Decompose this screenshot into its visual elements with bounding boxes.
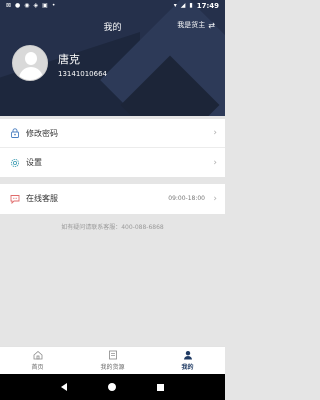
- user-name: 唐克: [58, 53, 80, 66]
- system-navigation-bar: [0, 374, 225, 400]
- back-icon[interactable]: [60, 383, 67, 391]
- wifi-icon: ▾: [173, 2, 177, 9]
- recents-icon[interactable]: [157, 383, 165, 391]
- tab-label: 我的: [181, 364, 194, 371]
- tab-home[interactable]: 首页: [0, 347, 75, 374]
- avatar-body: [19, 67, 43, 80]
- user-icon: [183, 351, 192, 360]
- lock-icon: [11, 128, 19, 138]
- account-menu: 修改密码 › 设置 ›: [0, 119, 225, 177]
- notification-icon: •: [51, 2, 56, 9]
- home-button-icon[interactable]: [107, 383, 116, 391]
- status-bar: ⊠ ● ◉ ◈ ▣ • ▾ ◢ ▮ 17:49: [0, 0, 225, 12]
- role-switch-button[interactable]: 我是货主 ⇄: [177, 20, 215, 30]
- menu-item-settings[interactable]: 设置 ›: [0, 148, 225, 177]
- notification-icon: ▣: [42, 2, 48, 9]
- status-time: 17:49: [196, 2, 219, 10]
- role-switch-label: 我是货主: [177, 21, 206, 29]
- bottom-tab-bar: 首页 我的货源 我的: [0, 346, 225, 374]
- service-hours: 09:00-18:00: [168, 195, 205, 202]
- list-icon: [108, 350, 117, 360]
- swap-icon: ⇄: [208, 20, 215, 30]
- menu-item-label: 设置: [26, 158, 42, 167]
- tab-my-cargo[interactable]: 我的货源: [75, 347, 150, 374]
- avatar[interactable]: [12, 45, 48, 81]
- tab-label: 首页: [31, 364, 44, 371]
- contact-hint: 如有疑问请联系客服：400-088-6868: [61, 224, 164, 231]
- service-menu: 在线客服 09:00-18:00 ›: [0, 184, 225, 214]
- chevron-right-icon: ›: [213, 193, 217, 204]
- menu-item-change-password[interactable]: 修改密码 ›: [0, 119, 225, 148]
- signal-icon: ◢: [180, 2, 186, 9]
- battery-icon: ▮: [189, 2, 193, 9]
- avatar-head: [25, 52, 37, 65]
- chevron-right-icon: ›: [213, 157, 217, 168]
- menu-item-label: 修改密码: [26, 128, 58, 138]
- notification-icon: ⊠: [6, 2, 12, 9]
- chat-icon: [10, 194, 20, 204]
- notification-icon: ●: [15, 2, 21, 9]
- notification-icon: ◉: [24, 2, 30, 9]
- menu-item-online-service[interactable]: 在线客服 09:00-18:00 ›: [0, 184, 225, 213]
- tab-label: 我的货源: [100, 364, 125, 371]
- gear-icon: [10, 158, 20, 167]
- chevron-right-icon: ›: [213, 128, 217, 138]
- notification-icon: ◈: [33, 2, 39, 9]
- home-icon: [33, 350, 42, 360]
- user-phone: 13141010664: [58, 70, 107, 78]
- menu-item-label: 在线客服: [26, 194, 58, 203]
- tab-mine[interactable]: 我的: [150, 347, 225, 374]
